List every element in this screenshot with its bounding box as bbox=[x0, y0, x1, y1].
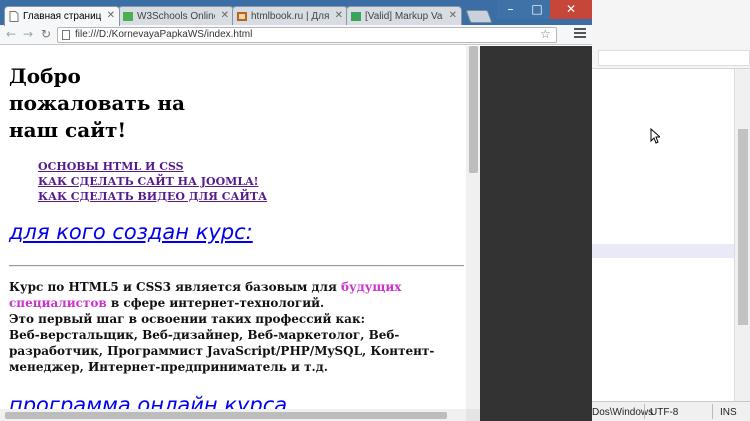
validator-icon bbox=[351, 12, 361, 21]
file-icon bbox=[62, 30, 70, 40]
status-divider bbox=[644, 404, 645, 419]
editor-vertical-scrollbar[interactable] bbox=[734, 69, 750, 401]
scrollbar-corner bbox=[466, 409, 480, 421]
new-tab-button[interactable] bbox=[465, 10, 493, 23]
forward-icon[interactable]: → bbox=[21, 27, 35, 41]
page-horizontal-scrollbar[interactable] bbox=[0, 409, 466, 421]
close-icon[interactable]: ✕ bbox=[449, 10, 457, 21]
nav-link-video[interactable]: КАК СДЕЛАТЬ ВИДЕО ДЛЯ САЙТА bbox=[38, 189, 267, 204]
tab-validator[interactable]: [Valid] Markup Valid ✕ bbox=[346, 6, 462, 26]
nav-link-joomla[interactable]: КАК СДЕЛАТЬ САЙТ НА JOOMLA! bbox=[38, 174, 267, 189]
tab-label: htmlbook.ru | Для W bbox=[251, 11, 329, 22]
horizontal-rule bbox=[9, 265, 464, 267]
tab-htmlbook[interactable]: htmlbook.ru | Для W ✕ bbox=[232, 6, 348, 26]
status-divider bbox=[712, 404, 713, 419]
tab-home[interactable]: Главная страница ✕ bbox=[4, 6, 120, 26]
nav-link-list: ОСНОВЫ HTML И CSS КАК СДЕЛАТЬ САЙТ НА JO… bbox=[38, 159, 267, 204]
minimize-button[interactable]: – bbox=[497, 0, 524, 19]
page-viewport: Добро пожаловать на наш сайт! ОСНОВЫ HTM… bbox=[0, 46, 480, 421]
address-bar[interactable]: file:///D:/KornevayaPapkaWS/index.html bbox=[57, 27, 557, 43]
page-icon bbox=[9, 11, 19, 22]
scrollbar-thumb[interactable] bbox=[738, 129, 748, 325]
bookmark-star-icon[interactable]: ☆ bbox=[540, 27, 551, 41]
scrollbar-thumb[interactable] bbox=[469, 46, 478, 173]
address-text: file:///D:/KornevayaPapkaWS/index.html bbox=[75, 29, 253, 40]
editor-window bbox=[592, 0, 750, 421]
editor-statusbar: Dos\Windows UTF-8 INS bbox=[592, 401, 750, 421]
close-icon[interactable]: ✕ bbox=[107, 10, 115, 21]
reload-icon[interactable]: ↻ bbox=[39, 27, 53, 41]
tab-label: Главная страница bbox=[23, 11, 101, 22]
tab-strip: Главная страница ✕ W3Schools Online W ✕ … bbox=[0, 0, 592, 26]
page-title: Добро пожаловать на наш сайт! bbox=[9, 64, 185, 142]
dark-side-pane bbox=[480, 46, 592, 421]
close-icon[interactable]: ✕ bbox=[335, 10, 343, 21]
mouse-cursor-icon bbox=[650, 128, 660, 144]
editor-current-line bbox=[592, 244, 734, 258]
w3schools-icon bbox=[123, 12, 133, 21]
close-window-button[interactable]: ✕ bbox=[550, 0, 592, 19]
browser-toolbar: ← → ↻ file:///D:/KornevayaPapkaWS/index.… bbox=[0, 25, 592, 45]
description-text: в сфере интернет-технологий. bbox=[106, 296, 325, 310]
description-line: Это первый шаг в освоении таких професси… bbox=[9, 312, 366, 326]
page-vertical-scrollbar[interactable] bbox=[466, 46, 480, 410]
htmlbook-icon bbox=[237, 12, 247, 21]
tab-label: W3Schools Online W bbox=[137, 11, 215, 22]
encoding-status: UTF-8 bbox=[650, 407, 679, 418]
editor-header bbox=[592, 0, 750, 69]
scrollbar-thumb[interactable] bbox=[5, 412, 447, 419]
close-icon[interactable]: ✕ bbox=[221, 10, 229, 21]
nav-link-html-css[interactable]: ОСНОВЫ HTML И CSS bbox=[38, 159, 267, 174]
insert-mode-status: INS bbox=[720, 407, 737, 418]
menu-icon[interactable] bbox=[574, 28, 586, 40]
heading-audience-link[interactable]: для кого создан курс: bbox=[9, 220, 253, 244]
back-icon[interactable]: ← bbox=[4, 27, 18, 41]
tab-label: [Valid] Markup Valid bbox=[365, 11, 443, 22]
description-text: Курс по HTML5 и CSS3 является базовым дл… bbox=[9, 280, 342, 294]
professions-list: Веб-верстальщик, Веб-дизайнер, Веб-марке… bbox=[9, 328, 435, 374]
editor-tab-bar bbox=[598, 50, 750, 66]
tab-w3schools[interactable]: W3Schools Online W ✕ bbox=[118, 6, 234, 26]
maximize-button[interactable]: □ bbox=[524, 0, 550, 19]
course-description: Курс по HTML5 и CSS3 является базовым дл… bbox=[9, 279, 464, 375]
